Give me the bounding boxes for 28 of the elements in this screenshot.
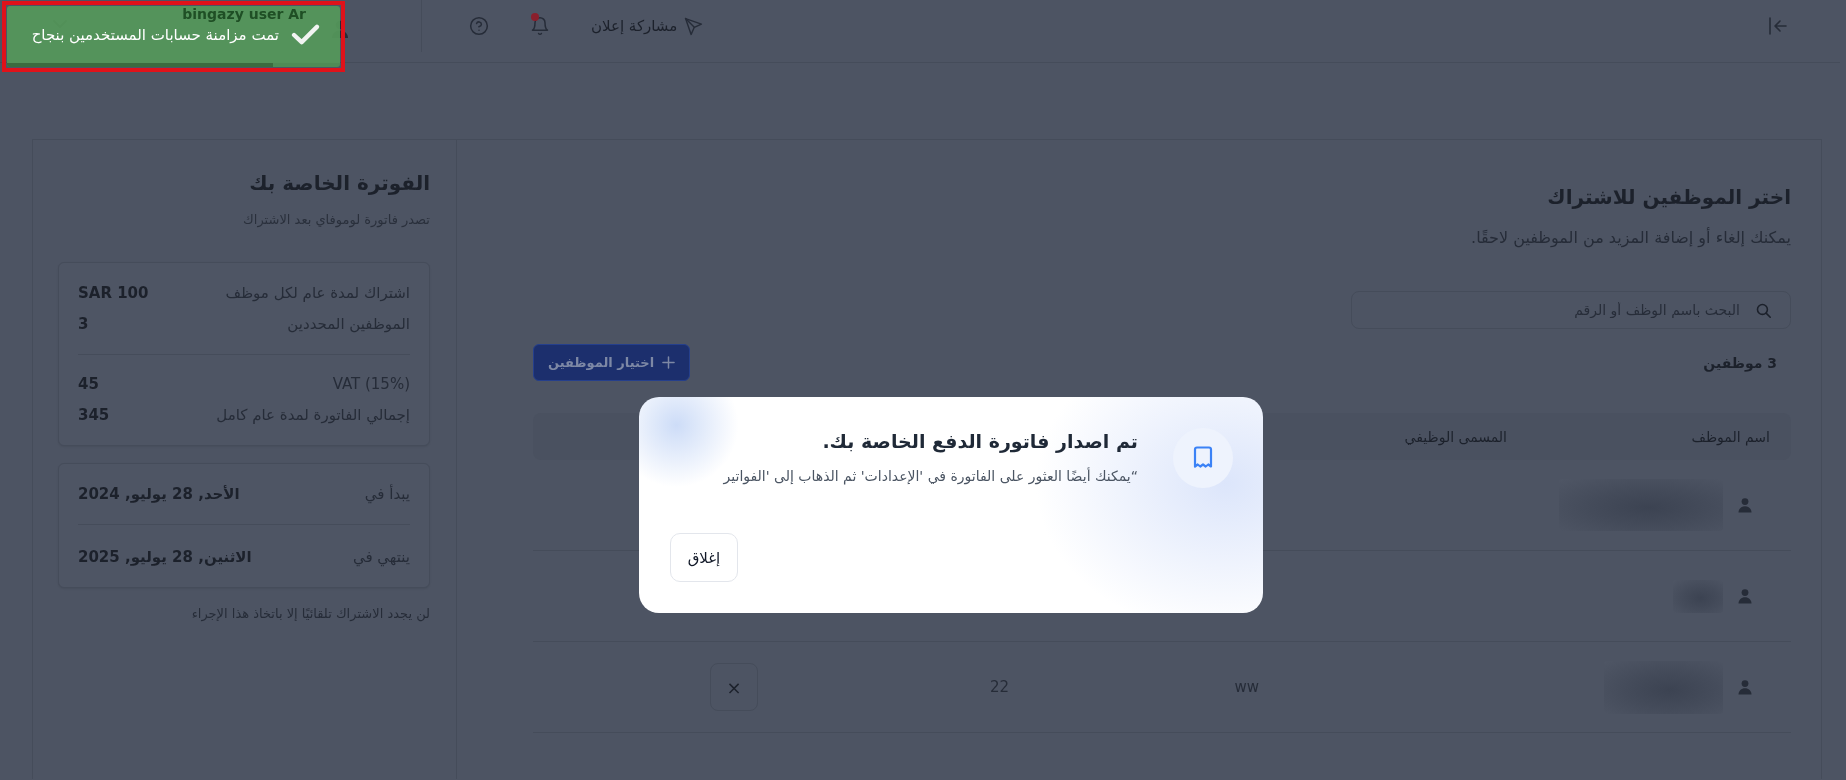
plus-icon <box>662 356 676 369</box>
toast-message: تمت مزامنة حسابات المستخدمين بنجاح <box>31 25 279 44</box>
user-name: bingazy user Ar <box>182 5 306 23</box>
period-date: الاثنين, 28 يوليو, 2025 <box>78 547 252 568</box>
summary-value: 3 <box>78 314 89 335</box>
remove-button[interactable]: × <box>710 663 758 711</box>
user-icon <box>1737 679 1753 695</box>
section-title: اختر الموظفين للاشتراك <box>1546 185 1791 209</box>
search-icon <box>1755 302 1772 319</box>
period-date: الأحد, 28 يوليو, 2024 <box>78 484 240 505</box>
dialog-message: “يمكنك أيضًا العثور على الفاتورة في 'الإعدادات' ثم الذهاب إلى 'الفواتير <box>722 466 1138 486</box>
bell-icon[interactable] <box>530 16 550 36</box>
employee-count: 3 موظفين <box>1703 354 1777 371</box>
user-icon <box>1737 588 1753 604</box>
close-button[interactable]: إغلاق <box>670 533 738 582</box>
share-link[interactable]: مشاركة إعلان <box>591 16 704 36</box>
check-icon <box>291 24 320 45</box>
select-employees-button[interactable]: اختيار الموظفين <box>533 344 691 381</box>
receipt-icon <box>1173 428 1233 488</box>
user-icon <box>1737 497 1753 513</box>
summary-value: SAR 100 <box>78 283 149 304</box>
summary-value: 45 <box>78 374 99 395</box>
send-icon <box>684 16 704 36</box>
summary-value: 345 <box>78 405 110 426</box>
arrow-to-line-icon[interactable] <box>1766 14 1790 38</box>
invoice-title: الفوترة الخاصة بك <box>248 171 430 195</box>
dialog-title: تم اصدار فاتورة الدفع الخاصة بك. <box>821 429 1138 454</box>
help-icon[interactable] <box>469 16 489 36</box>
